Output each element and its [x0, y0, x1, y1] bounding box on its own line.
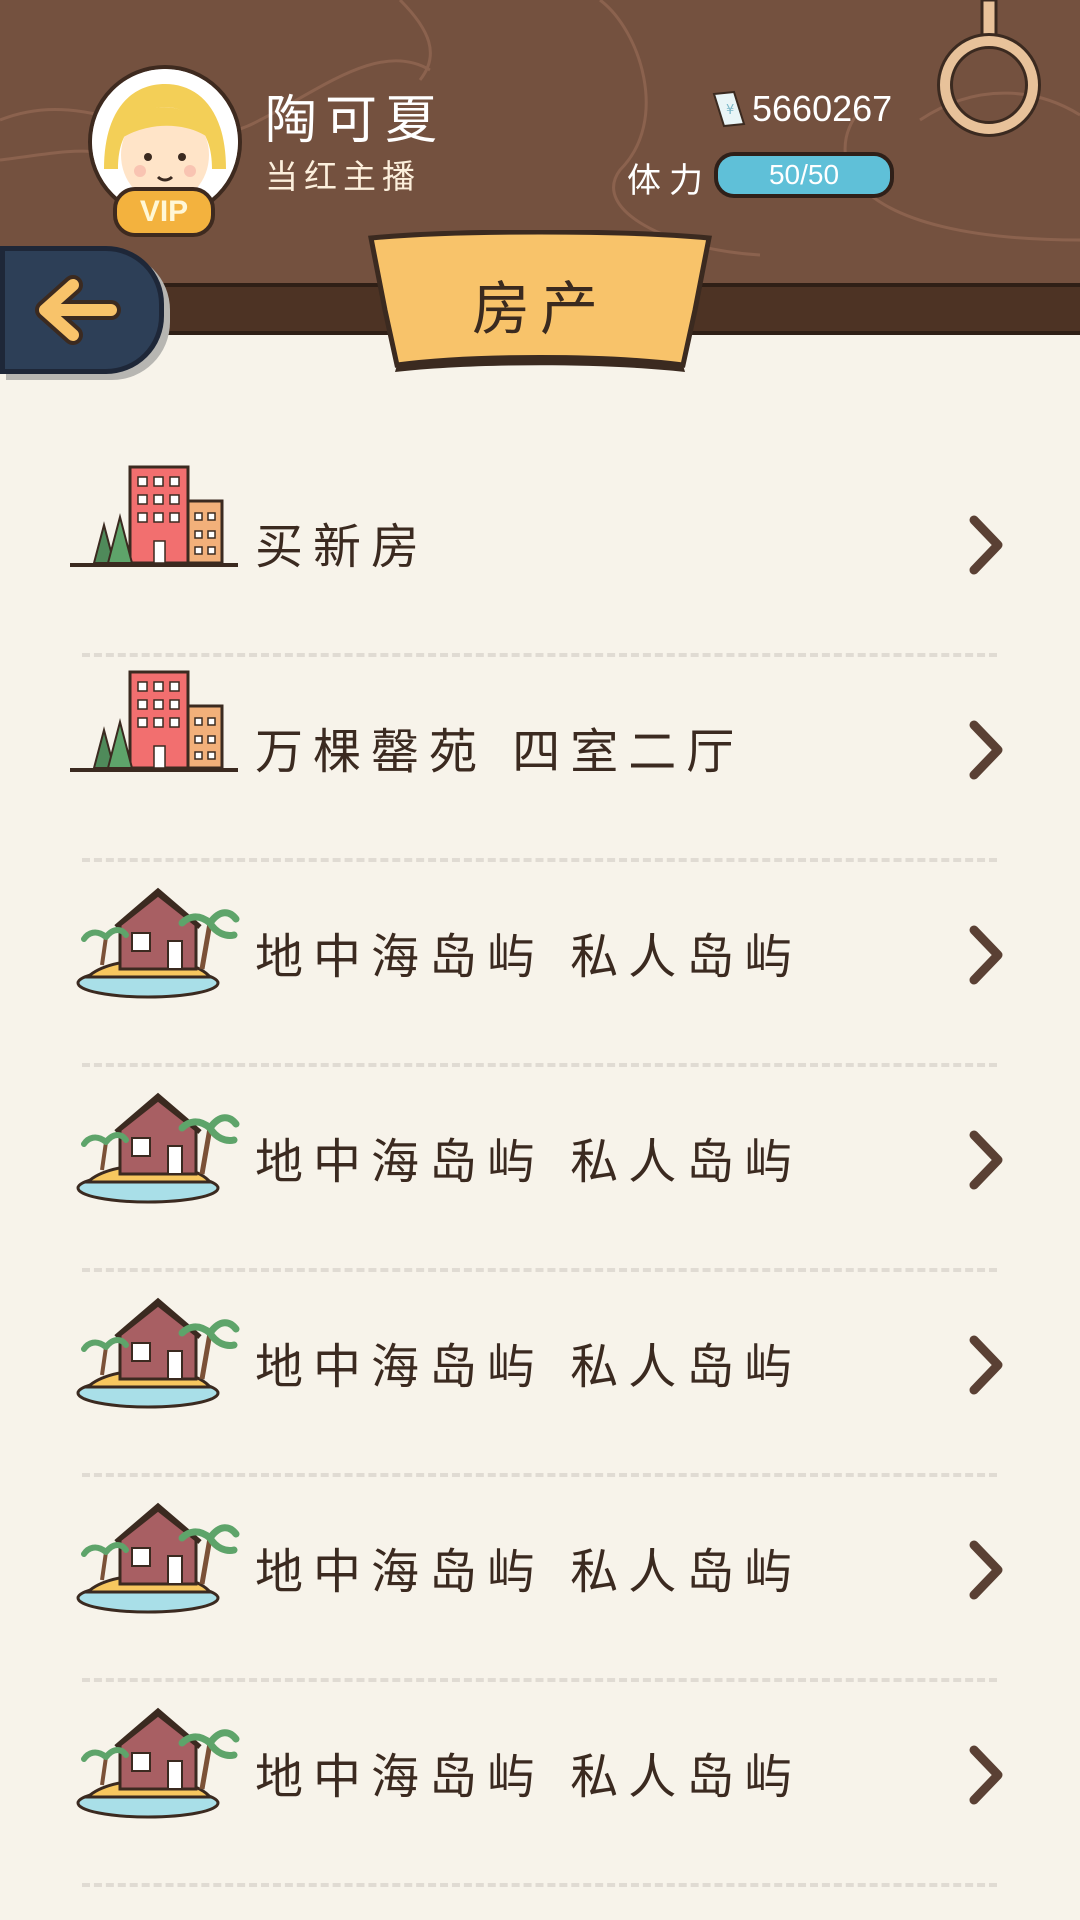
chevron-right-icon	[969, 925, 1003, 985]
list-item-label: 买新房	[255, 519, 430, 575]
list-item-property[interactable]: 地中海岛屿 私人岛屿	[70, 865, 1010, 1070]
list-item-label: 地中海岛屿 私人岛屿	[255, 1339, 803, 1395]
player-name: 陶可夏	[265, 91, 446, 151]
banknote-icon: ¥	[712, 90, 746, 128]
chevron-right-icon	[969, 1130, 1003, 1190]
chevron-right-icon	[969, 1745, 1003, 1805]
pull-ring-icon[interactable]	[930, 0, 1048, 140]
list-item-property[interactable]: 万棵罄苑 四室二厅	[70, 660, 1010, 865]
chevron-right-icon	[969, 1540, 1003, 1600]
divider	[82, 1883, 997, 1887]
divider	[82, 1268, 997, 1272]
chevron-right-icon	[969, 515, 1003, 575]
list-item-label: 地中海岛屿 私人岛屿	[255, 929, 803, 985]
divider	[82, 1678, 997, 1682]
chevron-right-icon	[969, 720, 1003, 780]
island-house-icon	[76, 1092, 240, 1204]
island-house-icon	[76, 1707, 240, 1819]
svg-text:¥: ¥	[726, 103, 734, 118]
island-house-icon	[76, 1297, 240, 1409]
island-house-icon	[76, 1502, 240, 1614]
island-house-icon	[76, 887, 240, 999]
vip-badge: VIP	[113, 187, 215, 237]
cash-amount: 5660267	[752, 88, 893, 129]
player-title: 当红主播	[265, 157, 421, 196]
divider	[82, 1063, 997, 1067]
divider	[82, 653, 997, 657]
list-item-property[interactable]: 地中海岛屿 私人岛屿	[70, 1275, 1010, 1480]
back-button[interactable]	[0, 246, 164, 374]
list-item-buy-new-house[interactable]: 买新房	[70, 455, 1010, 660]
list-item-property[interactable]: 地中海岛屿 私人岛屿	[70, 1685, 1010, 1890]
apartment-building-icon	[70, 670, 238, 772]
divider	[82, 858, 997, 862]
divider	[82, 1473, 997, 1477]
list-item-label: 万棵罄苑 四室二厅	[255, 724, 745, 780]
list-item-property[interactable]: 地中海岛屿 私人岛屿	[70, 1070, 1010, 1275]
stamina-bar: 50/50	[714, 152, 894, 198]
apartment-building-icon	[70, 465, 238, 567]
list-item-property[interactable]: 地中海岛屿 私人岛屿	[70, 1480, 1010, 1685]
list-item-label: 地中海岛屿 私人岛屿	[255, 1749, 803, 1805]
stamina-value: 50/50	[768, 159, 840, 190]
list-item-label: 地中海岛屿 私人岛屿	[255, 1544, 803, 1600]
page-title: 房产	[471, 275, 608, 343]
list-item-label: 地中海岛屿 私人岛屿	[255, 1134, 803, 1190]
arrow-left-icon	[35, 275, 121, 345]
chevron-right-icon	[969, 1335, 1003, 1395]
stamina-label: 体力	[627, 161, 711, 201]
